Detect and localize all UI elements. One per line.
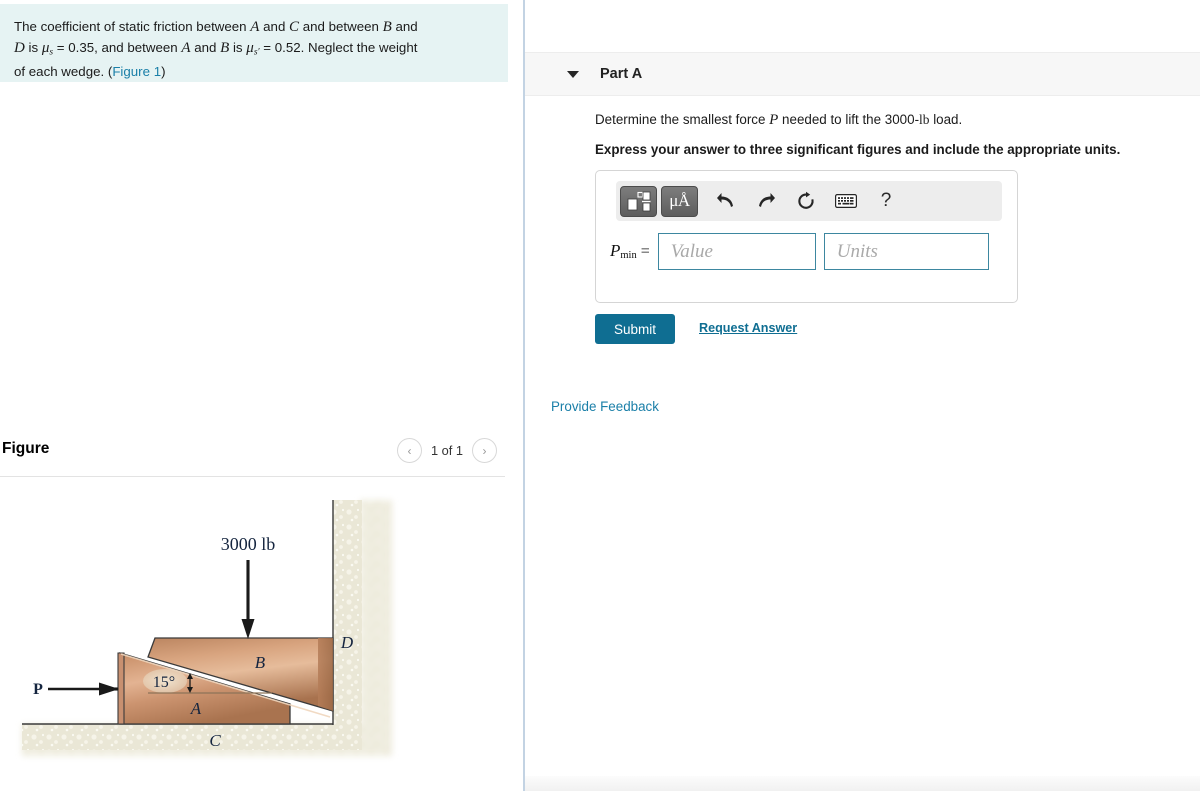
reset-button[interactable] <box>786 185 826 217</box>
problem-text-part: = 0.52. Neglect the weight <box>259 39 418 55</box>
keyboard-button[interactable] <box>826 185 866 217</box>
figure-divider <box>0 476 505 477</box>
answer-entry-box: μÅ ? Pmin = Value Units <box>595 170 1018 303</box>
variable-p-answer: P <box>610 241 621 261</box>
variable-c: C <box>289 19 300 35</box>
redo-button[interactable] <box>746 185 786 217</box>
problem-text-part: and <box>190 39 221 55</box>
figure-title: Figure <box>2 440 50 457</box>
answer-toolbar: μÅ ? <box>616 181 1002 221</box>
undo-arrow-icon <box>717 193 733 207</box>
problem-panel: The coefficient of static friction betwe… <box>0 0 524 791</box>
problem-text-part: The coefficient of static friction betwe… <box>14 19 251 34</box>
math-template-button[interactable] <box>620 185 657 217</box>
wall-slab-d <box>333 500 362 750</box>
variable-p: P <box>769 112 779 128</box>
load-arrow <box>241 560 255 639</box>
problem-statement-box: The coefficient of static friction betwe… <box>0 3 508 82</box>
wall-d-label: D <box>340 633 354 652</box>
variable-d: D <box>14 39 25 56</box>
figure-prev-button[interactable]: ‹ <box>396 438 422 463</box>
provide-feedback-link[interactable]: Provide Feedback <box>551 399 659 414</box>
unit-lb: lb <box>919 112 930 127</box>
figure-image: 3000 lb P 15° A B C D <box>0 478 505 791</box>
part-a-header[interactable]: Part A <box>525 52 1200 96</box>
caret-down-icon[interactable] <box>567 71 579 78</box>
wedge-diagram-svg: 3000 lb P 15° A B C D <box>22 500 392 756</box>
part-a-label: Part A <box>600 66 643 82</box>
force-p-arrow <box>48 682 119 696</box>
mu-symbol-2: μ <box>246 39 254 56</box>
ground-c-label: C <box>209 731 221 750</box>
question-text-part: needed to lift the 3000- <box>778 112 920 127</box>
chevron-right-icon: › <box>482 443 487 458</box>
figure-next-button[interactable]: › <box>472 438 497 463</box>
problem-text-part: of each wedge. ( <box>14 64 113 80</box>
micro-angstrom-icon: μÅ <box>669 191 690 210</box>
load-label: 3000 lb <box>221 534 276 554</box>
wedge-a-label: A <box>190 699 202 718</box>
problem-text-part: is <box>229 39 247 55</box>
value-input[interactable] <box>657 233 816 270</box>
wedge-a-left-face <box>117 652 125 725</box>
math-template-icon <box>627 191 650 211</box>
figure-header: Figure ‹ 1 of 1 › <box>0 432 505 476</box>
problem-statement-text: The coefficient of static friction betwe… <box>0 4 508 82</box>
problem-text-part: = 0.35, and between <box>53 39 182 55</box>
question-text-part: load. <box>929 112 963 127</box>
angle-label: 15° <box>153 674 175 691</box>
problem-text-part: ) <box>161 64 166 80</box>
problem-text-part: and between <box>299 19 383 34</box>
figure-1-link[interactable]: Figure 1 <box>112 64 161 79</box>
question-text: Determine the smallest force P needed to… <box>595 110 1185 130</box>
problem-text-part: is <box>24 39 42 55</box>
variable-b: B <box>382 19 392 35</box>
help-button[interactable]: ? <box>866 185 906 217</box>
question-mark-icon: ? <box>880 190 892 211</box>
units-input[interactable] <box>823 233 989 270</box>
wedge-b-edge-shade <box>318 638 333 711</box>
question-text-part: Determine the smallest force <box>595 112 770 127</box>
figure-navigation: ‹ 1 of 1 › <box>396 438 497 463</box>
reset-circular-arrow-icon <box>798 191 814 209</box>
figure-counter: 1 of 1 <box>430 443 463 458</box>
problem-text-part: and <box>391 19 418 34</box>
answer-variable-label: Pmin = <box>610 241 650 261</box>
variable-a2: A <box>181 39 191 56</box>
wedge-b-label: B <box>255 653 266 672</box>
bottom-band <box>525 776 1200 791</box>
redo-arrow-icon <box>759 193 775 207</box>
variable-subscript-min: min <box>620 250 637 262</box>
answer-input-row: Pmin = <box>610 233 989 270</box>
variable-b2: B <box>220 39 230 56</box>
chevron-left-icon: ‹ <box>407 443 412 458</box>
problem-text-part: and <box>259 19 290 34</box>
equals-sign: = <box>640 243 650 261</box>
ground-slab-c <box>22 724 360 750</box>
submit-button[interactable]: Submit <box>595 314 675 344</box>
force-p-label: P <box>33 681 43 698</box>
keyboard-icon <box>835 194 857 208</box>
undo-button[interactable] <box>706 185 746 217</box>
units-button[interactable]: μÅ <box>661 185 698 217</box>
request-answer-link[interactable]: Request Answer <box>699 321 797 335</box>
answer-panel: Part A Determine the smallest force P ne… <box>525 0 1200 791</box>
instruction-text: Express your answer to three significant… <box>595 142 1121 157</box>
